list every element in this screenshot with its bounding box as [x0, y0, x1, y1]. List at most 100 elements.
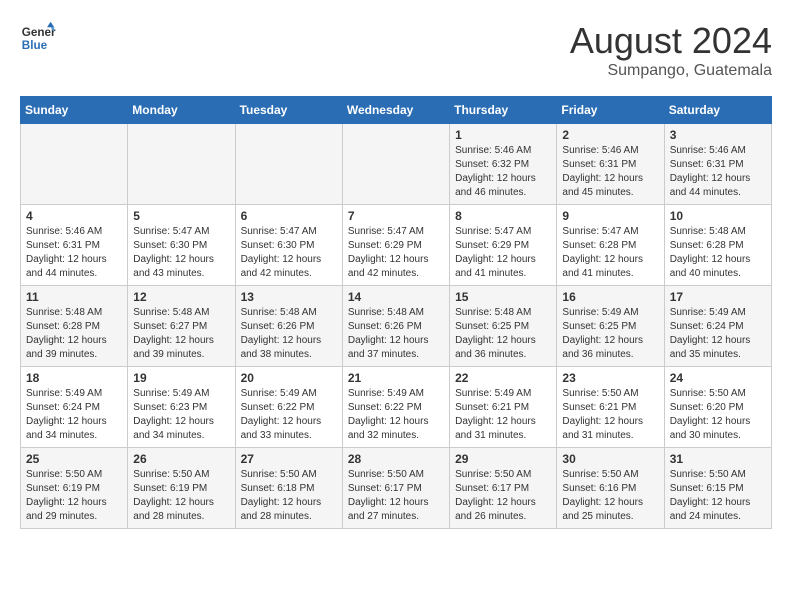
title-block: August 2024 Sumpango, Guatemala: [570, 20, 772, 80]
day-cell: 3 Sunrise: 5:46 AM Sunset: 6:31 PM Daylig…: [664, 124, 771, 205]
col-header-wednesday: Wednesday: [342, 97, 449, 124]
day-info: Sunrise: 5:50 AM Sunset: 6:18 PM Dayligh…: [241, 468, 337, 524]
day-info: Sunrise: 5:48 AM Sunset: 6:27 PM Dayligh…: [133, 306, 229, 362]
day-cell: 18 Sunrise: 5:49 AM Sunset: 6:24 PM Dayli…: [21, 367, 128, 448]
day-info: Sunrise: 5:48 AM Sunset: 6:26 PM Dayligh…: [241, 306, 337, 362]
day-cell: 15 Sunrise: 5:48 AM Sunset: 6:25 PM Dayli…: [450, 286, 557, 367]
day-number: 23: [562, 371, 658, 385]
day-cell: 7 Sunrise: 5:47 AM Sunset: 6:29 PM Daylig…: [342, 205, 449, 286]
day-cell: 2 Sunrise: 5:46 AM Sunset: 6:31 PM Daylig…: [557, 124, 664, 205]
day-info: Sunrise: 5:49 AM Sunset: 6:21 PM Dayligh…: [455, 387, 551, 443]
col-header-monday: Monday: [128, 97, 235, 124]
week-row-2: 4 Sunrise: 5:46 AM Sunset: 6:31 PM Daylig…: [21, 205, 772, 286]
day-info: Sunrise: 5:50 AM Sunset: 6:19 PM Dayligh…: [133, 468, 229, 524]
day-cell: 9 Sunrise: 5:47 AM Sunset: 6:28 PM Daylig…: [557, 205, 664, 286]
col-header-saturday: Saturday: [664, 97, 771, 124]
day-info: Sunrise: 5:48 AM Sunset: 6:28 PM Dayligh…: [670, 225, 766, 281]
day-cell: [235, 124, 342, 205]
day-cell: [21, 124, 128, 205]
day-info: Sunrise: 5:47 AM Sunset: 6:29 PM Dayligh…: [348, 225, 444, 281]
day-number: 27: [241, 452, 337, 466]
day-cell: 22 Sunrise: 5:49 AM Sunset: 6:21 PM Dayli…: [450, 367, 557, 448]
day-info: Sunrise: 5:49 AM Sunset: 6:24 PM Dayligh…: [26, 387, 122, 443]
svg-text:Blue: Blue: [22, 39, 48, 52]
day-number: 13: [241, 290, 337, 304]
day-info: Sunrise: 5:49 AM Sunset: 6:22 PM Dayligh…: [241, 387, 337, 443]
day-cell: 1Sunrise: 5:46 AM Sunset: 6:32 PM Daylig…: [450, 124, 557, 205]
day-number: 3: [670, 128, 766, 142]
day-number: 20: [241, 371, 337, 385]
month-year: August 2024: [570, 20, 772, 62]
day-number: 19: [133, 371, 229, 385]
day-number: 5: [133, 209, 229, 223]
day-info: Sunrise: 5:49 AM Sunset: 6:25 PM Dayligh…: [562, 306, 658, 362]
day-number: 28: [348, 452, 444, 466]
calendar-header: SundayMondayTuesdayWednesdayThursdayFrid…: [21, 97, 772, 124]
day-info: Sunrise: 5:47 AM Sunset: 6:28 PM Dayligh…: [562, 225, 658, 281]
day-number: 16: [562, 290, 658, 304]
day-number: 14: [348, 290, 444, 304]
day-info: Sunrise: 5:50 AM Sunset: 6:20 PM Dayligh…: [670, 387, 766, 443]
day-info: Sunrise: 5:49 AM Sunset: 6:24 PM Dayligh…: [670, 306, 766, 362]
col-header-friday: Friday: [557, 97, 664, 124]
day-number: 2: [562, 128, 658, 142]
calendar-table: SundayMondayTuesdayWednesdayThursdayFrid…: [20, 96, 772, 529]
svg-text:General: General: [22, 26, 56, 39]
day-cell: 4 Sunrise: 5:46 AM Sunset: 6:31 PM Daylig…: [21, 205, 128, 286]
location: Sumpango, Guatemala: [570, 62, 772, 80]
day-number: 17: [670, 290, 766, 304]
day-cell: 8Sunrise: 5:47 AM Sunset: 6:29 PM Daylig…: [450, 205, 557, 286]
day-cell: 14 Sunrise: 5:48 AM Sunset: 6:26 PM Dayli…: [342, 286, 449, 367]
day-number: 31: [670, 452, 766, 466]
day-number: 9: [562, 209, 658, 223]
day-info: Sunrise: 5:50 AM Sunset: 6:15 PM Dayligh…: [670, 468, 766, 524]
day-cell: 25 Sunrise: 5:50 AM Sunset: 6:19 PM Dayli…: [21, 448, 128, 529]
day-cell: 17 Sunrise: 5:49 AM Sunset: 6:24 PM Dayli…: [664, 286, 771, 367]
col-header-sunday: Sunday: [21, 97, 128, 124]
day-cell: 20 Sunrise: 5:49 AM Sunset: 6:22 PM Dayli…: [235, 367, 342, 448]
day-number: 6: [241, 209, 337, 223]
day-number: 10: [670, 209, 766, 223]
day-cell: 30 Sunrise: 5:50 AM Sunset: 6:16 PM Dayli…: [557, 448, 664, 529]
day-number: 15: [455, 290, 551, 304]
day-info: Sunrise: 5:47 AM Sunset: 6:30 PM Dayligh…: [133, 225, 229, 281]
day-cell: 26Sunrise: 5:50 AM Sunset: 6:19 PM Dayli…: [128, 448, 235, 529]
day-info: Sunrise: 5:46 AM Sunset: 6:31 PM Dayligh…: [26, 225, 122, 281]
day-number: 18: [26, 371, 122, 385]
day-info: Sunrise: 5:46 AM Sunset: 6:31 PM Dayligh…: [562, 144, 658, 200]
day-number: 4: [26, 209, 122, 223]
day-number: 12: [133, 290, 229, 304]
day-info: Sunrise: 5:47 AM Sunset: 6:30 PM Dayligh…: [241, 225, 337, 281]
week-row-4: 18 Sunrise: 5:49 AM Sunset: 6:24 PM Dayli…: [21, 367, 772, 448]
day-number: 11: [26, 290, 122, 304]
day-cell: 10 Sunrise: 5:48 AM Sunset: 6:28 PM Dayli…: [664, 205, 771, 286]
day-info: Sunrise: 5:50 AM Sunset: 6:19 PM Dayligh…: [26, 468, 122, 524]
day-number: 7: [348, 209, 444, 223]
day-info: Sunrise: 5:48 AM Sunset: 6:26 PM Dayligh…: [348, 306, 444, 362]
day-number: 1: [455, 128, 551, 142]
col-header-thursday: Thursday: [450, 97, 557, 124]
day-headers-row: SundayMondayTuesdayWednesdayThursdayFrid…: [21, 97, 772, 124]
day-number: 22: [455, 371, 551, 385]
day-info: Sunrise: 5:49 AM Sunset: 6:22 PM Dayligh…: [348, 387, 444, 443]
week-row-3: 11Sunrise: 5:48 AM Sunset: 6:28 PM Dayli…: [21, 286, 772, 367]
day-cell: 6 Sunrise: 5:47 AM Sunset: 6:30 PM Daylig…: [235, 205, 342, 286]
day-number: 30: [562, 452, 658, 466]
day-cell: 28Sunrise: 5:50 AM Sunset: 6:17 PM Dayli…: [342, 448, 449, 529]
page-header: General Blue August 2024 Sumpango, Guate…: [20, 20, 772, 80]
logo: General Blue: [20, 20, 56, 56]
day-cell: [342, 124, 449, 205]
day-info: Sunrise: 5:50 AM Sunset: 6:16 PM Dayligh…: [562, 468, 658, 524]
day-cell: 23Sunrise: 5:50 AM Sunset: 6:21 PM Dayli…: [557, 367, 664, 448]
day-cell: 12 Sunrise: 5:48 AM Sunset: 6:27 PM Dayli…: [128, 286, 235, 367]
day-cell: 21Sunrise: 5:49 AM Sunset: 6:22 PM Dayli…: [342, 367, 449, 448]
day-cell: 5 Sunrise: 5:47 AM Sunset: 6:30 PM Daylig…: [128, 205, 235, 286]
day-info: Sunrise: 5:48 AM Sunset: 6:25 PM Dayligh…: [455, 306, 551, 362]
week-row-5: 25 Sunrise: 5:50 AM Sunset: 6:19 PM Dayli…: [21, 448, 772, 529]
day-info: Sunrise: 5:50 AM Sunset: 6:17 PM Dayligh…: [455, 468, 551, 524]
day-number: 25: [26, 452, 122, 466]
day-info: Sunrise: 5:46 AM Sunset: 6:31 PM Dayligh…: [670, 144, 766, 200]
calendar-body: 1Sunrise: 5:46 AM Sunset: 6:32 PM Daylig…: [21, 124, 772, 529]
day-info: Sunrise: 5:49 AM Sunset: 6:23 PM Dayligh…: [133, 387, 229, 443]
day-cell: 27 Sunrise: 5:50 AM Sunset: 6:18 PM Dayli…: [235, 448, 342, 529]
